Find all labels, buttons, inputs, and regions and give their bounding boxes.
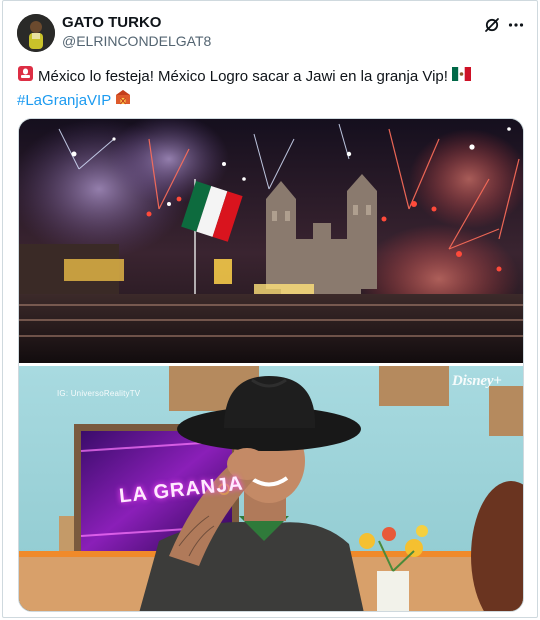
tweet-text: México lo festeja! México Logro sacar a … (17, 65, 527, 112)
mexico-flag-emoji-icon (451, 66, 471, 88)
tweet-card[interactable]: GATO TURKO @ELRINCONDELGAT8 México lo fe… (2, 0, 538, 618)
more-horizontal-icon (508, 23, 524, 27)
more-button[interactable] (505, 14, 527, 36)
author-handle[interactable]: @ELRINCONDELGAT8 (62, 33, 211, 49)
tweet-text-line1: México lo festeja! México Logro sacar a … (38, 68, 448, 85)
man-cowboy-hat-pointing-photo[interactable] (19, 366, 524, 612)
author-name[interactable]: GATO TURKO (62, 14, 161, 31)
avatar[interactable] (17, 14, 55, 52)
hashtag-link[interactable]: #LaGranjaVIP (17, 90, 111, 112)
grok-icon (485, 18, 499, 32)
instagram-watermark: IG: UniversoRealityTV (57, 389, 141, 398)
zocalo-fireworks-photo[interactable] (19, 119, 524, 363)
user-avatar-icon (17, 14, 55, 52)
barn-emoji-icon (115, 89, 131, 112)
disney-plus-watermark: Disney+ (452, 373, 502, 389)
tweet-media[interactable]: IG: UniversoRealityTV Disney+ LA GRANJA (18, 118, 524, 612)
police-siren-emoji-icon (17, 65, 34, 89)
grok-button[interactable] (481, 14, 503, 36)
